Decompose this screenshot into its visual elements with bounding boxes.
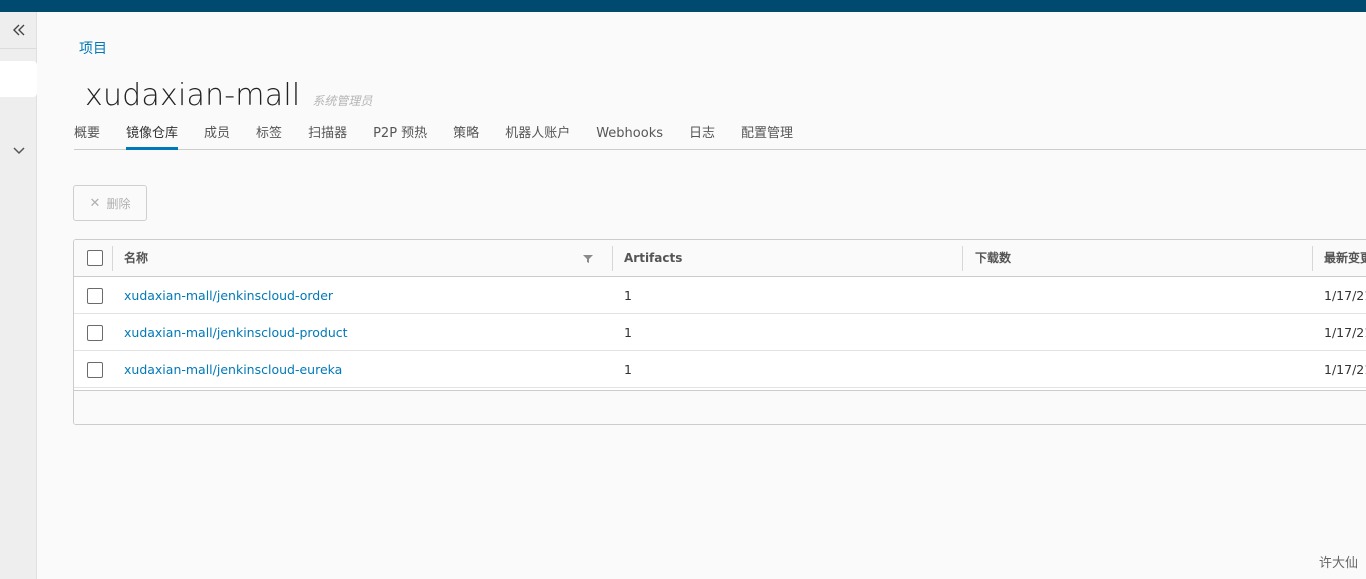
table-header: 名称 Artifacts 下载数 最新变更 [74,240,1366,277]
delete-button[interactable]: ✕ 删除 [73,185,147,221]
last-modified: 1/17/21, [1324,288,1366,303]
project-tabs: 概要 镜像仓库 成员 标签 扫描器 P2P 预热 策略 机器人账户 Webhoo… [74,118,1366,150]
tab-repositories[interactable]: 镜像仓库 [126,118,179,150]
app-header-bar [0,0,1366,12]
breadcrumb-projects[interactable]: 项目 [79,38,107,58]
double-chevron-left-icon [12,24,24,36]
page-title: xudaxian-mall [85,78,301,113]
tab-summary[interactable]: 概要 [74,118,100,150]
row-checkbox[interactable] [87,362,103,378]
artifacts-count: 1 [624,325,632,340]
table-footer [74,390,1366,424]
sidebar [0,12,37,579]
table-row: xudaxian-mall/jenkinscloud-order 1 1/17/… [74,277,1366,314]
column-header-name[interactable]: 名称 [124,240,148,277]
tab-robot-accounts[interactable]: 机器人账户 [505,118,570,150]
column-header-downloads[interactable]: 下载数 [975,240,1011,277]
tab-labels[interactable]: 标签 [256,118,282,150]
artifacts-count: 1 [624,362,632,377]
column-divider [1312,246,1313,271]
repository-link[interactable]: xudaxian-mall/jenkinscloud-eureka [124,351,342,388]
select-all-checkbox[interactable] [87,250,103,266]
role-label: 系统管理员 [312,94,373,108]
table-row: xudaxian-mall/jenkinscloud-product 1 1/1… [74,314,1366,351]
tab-webhooks[interactable]: Webhooks [596,118,663,150]
sidebar-expand-toggle[interactable] [9,142,29,160]
watermark: 许大仙 [1318,556,1358,571]
artifacts-count: 1 [624,288,632,303]
collapse-sidebar-button[interactable] [0,12,37,49]
tab-logs[interactable]: 日志 [689,118,715,150]
table-row: xudaxian-mall/jenkinscloud-eureka 1 1/17… [74,351,1366,388]
column-divider [612,246,613,271]
delete-button-label: 删除 [106,196,131,211]
row-checkbox[interactable] [87,288,103,304]
column-header-last-modified[interactable]: 最新变更 [1324,240,1366,277]
tab-configuration[interactable]: 配置管理 [741,118,793,150]
column-divider [962,246,963,271]
last-modified: 1/17/21, [1324,325,1366,340]
tab-scanner[interactable]: 扫描器 [308,118,347,150]
tab-p2p-preheat[interactable]: P2P 预热 [373,118,427,150]
page-header: xudaxian-mall 系统管理员 [85,78,372,113]
column-header-artifacts[interactable]: Artifacts [624,240,682,277]
last-modified: 1/17/21, [1324,362,1366,377]
repository-link[interactable]: xudaxian-mall/jenkinscloud-product [124,314,348,351]
repository-link[interactable]: xudaxian-mall/jenkinscloud-order [124,277,333,314]
row-checkbox[interactable] [87,325,103,341]
sidebar-active-item[interactable] [0,61,37,97]
close-icon: ✕ [89,195,101,210]
repository-table: 名称 Artifacts 下载数 最新变更 xudaxian-mall/jenk… [73,239,1366,425]
filter-icon[interactable] [582,254,594,264]
chevron-down-icon [13,147,25,155]
column-divider [112,246,113,271]
tab-policy[interactable]: 策略 [453,118,479,150]
tab-members[interactable]: 成员 [204,118,230,150]
